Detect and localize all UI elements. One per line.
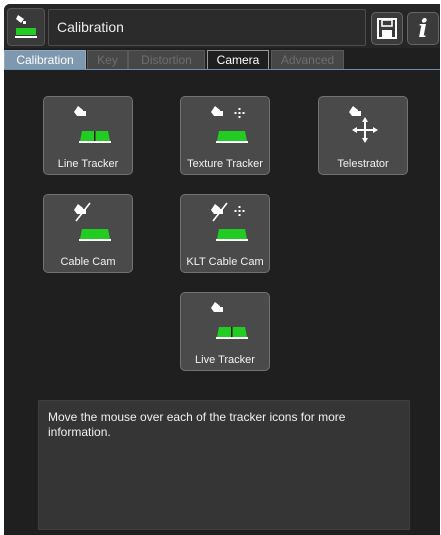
info-icon: i: [418, 14, 428, 43]
tab-camera[interactable]: Camera: [207, 50, 269, 69]
klt-cable-cam-button[interactable]: KLT Cable Cam: [180, 194, 270, 273]
texture-tracker-button[interactable]: Texture Tracker: [180, 96, 270, 175]
save-icon: [377, 18, 397, 39]
live-tracker-icon: [211, 302, 248, 339]
info-panel: Move the mouse over each of the tracker …: [38, 400, 410, 530]
cable-cam-button[interactable]: Cable Cam: [43, 194, 133, 273]
texture-tracker-icon: [211, 106, 248, 143]
tile-label: Live Tracker: [195, 354, 255, 366]
tab-key[interactable]: Key: [87, 50, 128, 69]
tab-distortion[interactable]: Distortion: [128, 50, 205, 69]
tab-advanced[interactable]: Advanced: [271, 50, 344, 69]
cable-cam-icon: [74, 202, 111, 241]
line-tracker-icon: [74, 106, 111, 143]
tile-label: Telestrator: [337, 158, 389, 170]
tab-bar: Calibration Key Distortion Camera Advanc…: [4, 50, 440, 70]
tile-label: Texture Tracker: [187, 158, 263, 170]
save-button[interactable]: [371, 12, 403, 45]
info-button[interactable]: i: [407, 12, 439, 45]
info-text: Move the mouse over each of the tracker …: [48, 410, 346, 439]
tile-label: Line Tracker: [57, 158, 119, 170]
camera-tracker-icon: [15, 15, 37, 38]
klt-cable-cam-icon: [211, 202, 248, 241]
telestrator-button[interactable]: Telestrator: [318, 96, 408, 175]
tile-label: KLT Cable Cam: [186, 256, 264, 268]
page-title: Calibration: [48, 9, 366, 46]
calibration-panel: Calibration i Calibration Key Distortion…: [4, 4, 440, 535]
telestrator-icon: [349, 106, 378, 143]
app-menu-button[interactable]: [7, 8, 45, 46]
tab-calibration[interactable]: Calibration: [4, 50, 86, 69]
live-tracker-button[interactable]: Live Tracker: [180, 292, 270, 371]
line-tracker-button[interactable]: Line Tracker: [43, 96, 133, 175]
tile-label: Cable Cam: [60, 256, 116, 268]
header-bar: Calibration i: [4, 4, 440, 48]
